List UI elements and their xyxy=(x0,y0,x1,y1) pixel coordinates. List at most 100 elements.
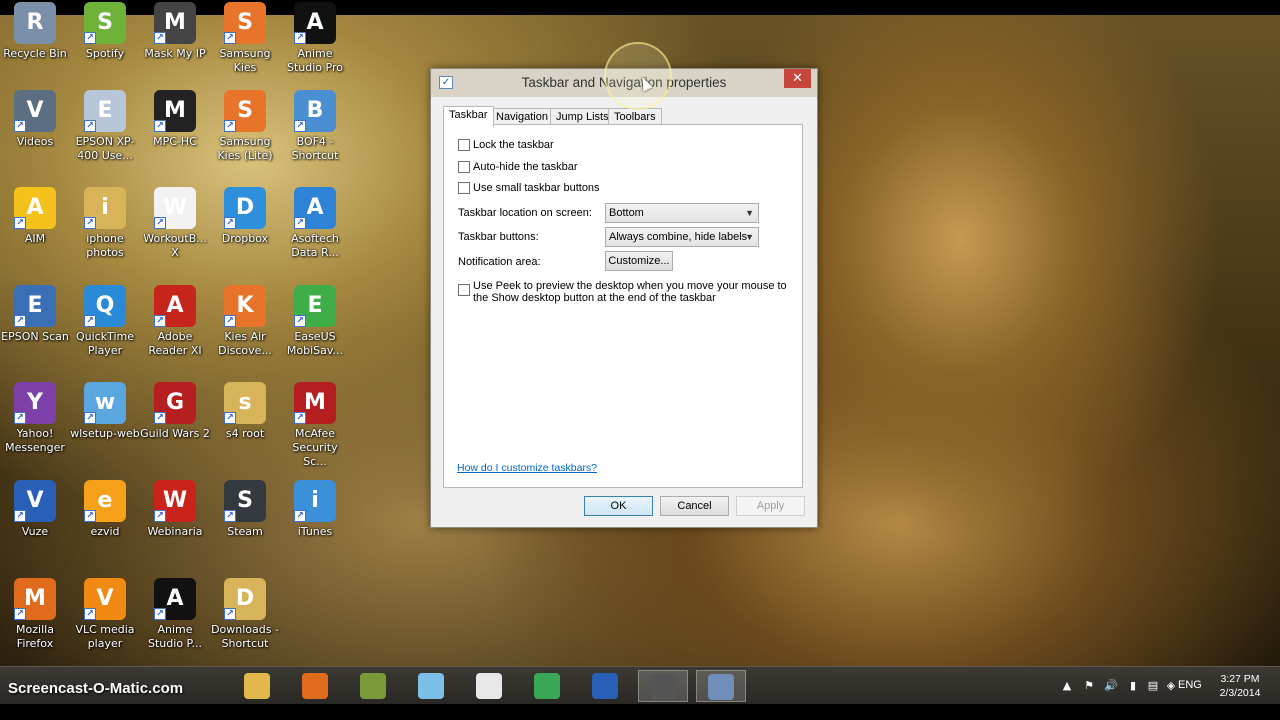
desktop-icon-label: Steam xyxy=(227,525,263,538)
desktop-icon-label: Kies Air Discove... xyxy=(218,330,272,357)
small-buttons-checkbox[interactable] xyxy=(458,182,470,194)
desktop-icon[interactable]: S ↗ Samsung Kies (Lite) xyxy=(210,90,280,163)
kies-air-icon: K ↗ xyxy=(224,285,266,327)
desktop-icon[interactable]: Y ↗ Yahoo! Messenger xyxy=(0,382,70,455)
taskbar-button[interactable] xyxy=(406,670,456,702)
desktop-icon-label: Vuze xyxy=(21,525,49,538)
desktop-icon[interactable]: M ↗ Mozilla Firefox xyxy=(0,578,70,651)
taskbar-button[interactable] xyxy=(290,670,340,702)
desktop-icon-label: VLC media player xyxy=(75,623,135,650)
customize-button[interactable]: Customize... xyxy=(605,251,673,271)
location-dropdown[interactable]: Bottom ▼ xyxy=(605,203,759,223)
file-explorer-icon xyxy=(244,673,270,699)
desktop-icon[interactable]: E ↗ EPSON Scan xyxy=(0,285,70,344)
desktop-icon[interactable]: w ↗ wlsetup-web xyxy=(70,382,140,441)
shortcut-arrow-icon: ↗ xyxy=(84,315,96,327)
epson-cd-icon: E ↗ xyxy=(84,90,126,132)
desktop-icon[interactable]: M ↗ MPC-HC xyxy=(140,90,210,149)
action-center-flag-icon[interactable]: ⚑ xyxy=(1082,679,1096,693)
notification-area-label: Notification area: xyxy=(458,256,541,268)
desktop-icon[interactable]: S ↗ Steam xyxy=(210,480,280,539)
taskbar-button[interactable] xyxy=(522,670,572,702)
dropbox-tray-icon[interactable]: ◈ xyxy=(1164,679,1178,693)
desktop-icon[interactable]: M ↗ McAfee Security Sc... xyxy=(280,382,350,469)
taskbar-buttons-dropdown[interactable]: Always combine, hide labels ▼ xyxy=(605,227,759,247)
desktop-icon[interactable]: W ↗ WorkoutB... X xyxy=(140,187,210,260)
desktop-icon[interactable]: A ↗ AIM xyxy=(0,187,70,246)
shortcut-arrow-icon: ↗ xyxy=(294,32,306,44)
language-indicator[interactable]: ENG xyxy=(1178,679,1202,691)
desktop-icon-label: Webinaria xyxy=(147,525,203,538)
desktop-icon[interactable]: s ↗ s4 root xyxy=(210,382,280,441)
desktop-icon[interactable]: W ↗ Webinaria xyxy=(140,480,210,539)
clock[interactable]: 3:27 PM 2/3/2014 xyxy=(1212,672,1268,700)
mcafee-shield-icon: M ↗ xyxy=(294,382,336,424)
desktop-icon-label: Guild Wars 2 xyxy=(140,427,210,440)
desktop-icon[interactable]: V ↗ Videos xyxy=(0,90,70,149)
desktop-icon-label: WorkoutB... X xyxy=(143,232,207,259)
taskbar-button[interactable] xyxy=(232,670,282,702)
desktop-icon[interactable]: e ↗ ezvid xyxy=(70,480,140,539)
desktop-icon-label: Spotify xyxy=(85,47,125,60)
taskbar-button[interactable] xyxy=(348,670,398,702)
desktop-icon[interactable]: D ↗ Dropbox xyxy=(210,187,280,246)
desktop-icon[interactable]: A ↗ Adobe Reader XI xyxy=(140,285,210,358)
desktop-icon[interactable]: R Recycle Bin xyxy=(0,2,70,61)
help-link[interactable]: How do I customize taskbars? xyxy=(457,462,597,474)
desktop-icon-label: s4 root xyxy=(225,427,265,440)
desktop-icon[interactable]: V ↗ VLC media player xyxy=(70,578,140,651)
ok-button[interactable]: OK xyxy=(584,496,653,516)
scanner-icon: E ↗ xyxy=(14,285,56,327)
vlc-cone-icon: V ↗ xyxy=(84,578,126,620)
desktop-icon[interactable]: i ↗ iphone photos xyxy=(70,187,140,260)
taskbar-button[interactable] xyxy=(580,670,630,702)
java-icon xyxy=(476,673,502,699)
desktop-icon[interactable]: K ↗ Kies Air Discove... xyxy=(210,285,280,358)
taskbar-button[interactable] xyxy=(638,670,688,702)
desktop-icon[interactable]: E ↗ EPSON XP-400 Use... xyxy=(70,90,140,163)
lock-taskbar-checkbox[interactable] xyxy=(458,139,470,151)
desktop-icon[interactable]: B ↗ BOF4 - Shortcut xyxy=(280,90,350,163)
desktop-icon-label: Mozilla Firefox xyxy=(16,623,54,650)
taskbar-button[interactable] xyxy=(464,670,514,702)
desktop-icon[interactable]: E ↗ EaseUS MobiSav... xyxy=(280,285,350,358)
desktop-icon[interactable]: D ↗ Downloads - Shortcut xyxy=(210,578,280,651)
desktop-icon[interactable]: A ↗ Asoftech Data R... xyxy=(280,187,350,260)
show-hidden-icons-icon[interactable]: ▲ xyxy=(1060,679,1074,693)
taskbar-button[interactable] xyxy=(696,670,746,702)
chrome-icon xyxy=(534,673,560,699)
cancel-button[interactable]: Cancel xyxy=(660,496,729,516)
close-button[interactable]: ✕ xyxy=(784,69,811,88)
shortcut-arrow-icon: ↗ xyxy=(14,217,26,229)
desktop-icon[interactable]: S ↗ Samsung Kies xyxy=(210,2,280,75)
tab-taskbar[interactable]: Taskbar xyxy=(443,106,494,127)
desktop-icon[interactable]: i ↗ iTunes xyxy=(280,480,350,539)
desktop-icon-label: Recycle Bin xyxy=(3,47,67,60)
shortcut-arrow-icon: ↗ xyxy=(294,315,306,327)
desktop-icon[interactable]: Q ↗ QuickTime Player xyxy=(70,285,140,358)
network-icon[interactable]: ▤ xyxy=(1146,679,1160,693)
desktop-icon-label: Adobe Reader XI xyxy=(148,330,202,357)
desktop-icon-label: iTunes xyxy=(297,525,333,538)
mpc-clapper-icon: M ↗ xyxy=(154,90,196,132)
lock-taskbar-label: Lock the taskbar xyxy=(473,139,554,151)
location-label: Taskbar location on screen: xyxy=(458,207,592,219)
document-icon: W ↗ xyxy=(154,187,196,229)
desktop-icon[interactable]: A ↗ Anime Studio P... xyxy=(140,578,210,651)
desktop-icon[interactable]: A ↗ Anime Studio Pro xyxy=(280,2,350,75)
volume-icon[interactable]: 🔊 xyxy=(1104,679,1118,693)
shortcut-arrow-icon: ↗ xyxy=(294,412,306,424)
shortcut-arrow-icon: ↗ xyxy=(84,217,96,229)
apply-button[interactable]: Apply xyxy=(736,496,805,516)
taskbar: Screencast-O-Matic.com ▲ ⚑ 🔊 ▮ ▤ ◈ ENG 3… xyxy=(0,666,1280,704)
mask-icon: M ↗ xyxy=(154,2,196,44)
battery-icon[interactable]: ▮ xyxy=(1126,679,1140,693)
firefox-icon: M ↗ xyxy=(14,578,56,620)
desktop-icon-label: AIM xyxy=(24,232,46,245)
auto-hide-checkbox[interactable] xyxy=(458,161,470,173)
desktop-icon[interactable]: S ↗ Spotify xyxy=(70,2,140,61)
peek-checkbox[interactable] xyxy=(458,284,470,296)
desktop-icon[interactable]: V ↗ Vuze xyxy=(0,480,70,539)
desktop-icon[interactable]: G ↗ Guild Wars 2 xyxy=(140,382,210,441)
desktop-icon[interactable]: M ↗ Mask My IP xyxy=(140,2,210,61)
